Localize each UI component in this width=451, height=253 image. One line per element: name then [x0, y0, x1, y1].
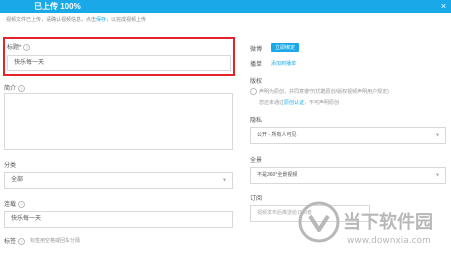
playlist-label: 播单 — [250, 62, 263, 68]
intro-textarea[interactable] — [4, 93, 233, 150]
save-link[interactable]: 保存 — [96, 17, 106, 23]
chevron-down-icon: ▼ — [222, 177, 227, 183]
category-value: 全部 — [11, 177, 24, 183]
upload-progress-text: 已上传 100% — [34, 2, 81, 11]
title-input[interactable]: 快乐每一天 — [7, 55, 231, 71]
svg-text:www.downxia.com: www.downxia.com — [347, 236, 431, 246]
privacy-select[interactable]: 公开 - 所有人可见 ▼ — [250, 127, 446, 144]
notice-suffix: ，以完成视频上传 — [106, 17, 147, 23]
privacy-label: 隐私 — [250, 118, 263, 124]
chevron-down-icon: ▼ — [435, 172, 440, 178]
weibo-bind-button[interactable]: 立即绑定 — [271, 43, 300, 52]
add-playlist-link[interactable]: 添加到播单 — [271, 60, 296, 67]
chevron-down-icon: ▼ — [435, 132, 440, 138]
panorama-select[interactable]: 不是360°全景视频 ▼ — [250, 167, 446, 184]
help-icon: ? — [23, 43, 31, 51]
upload-notice: 视频文件已上传，请确认视频信息，点击保存，以完成视频上传 — [6, 16, 146, 23]
weibo-label: 微博 — [250, 47, 263, 53]
category-label: 分类 — [4, 163, 17, 169]
copyright-note: 您还未通过原创认证，不可声明原创 — [259, 100, 340, 106]
tags-input[interactable]: 标签用空格或回车分隔 — [30, 237, 80, 244]
notice-text: 视频文件已上传，请确认视频信息，点击 — [6, 17, 97, 23]
panorama-value: 不是360°全景视频 — [257, 172, 298, 178]
help-icon: ? — [18, 200, 26, 208]
copyright-original-option[interactable]: 声明为原创，并同意遵守(优酷原创/版权视频声明用户规定) — [250, 88, 389, 96]
radio-icon[interactable] — [250, 88, 257, 96]
help-icon: ? — [18, 84, 26, 92]
upload-progress-bar: 已上传 100% — [0, 0, 436, 13]
close-icon[interactable]: × — [436, 0, 451, 13]
watermark: 当下软件园 www.downxia.com — [297, 200, 447, 248]
panorama-label: 全景 — [250, 158, 263, 164]
subscribe-label: 订阅 — [250, 196, 263, 202]
intro-label: 简介? — [4, 83, 26, 92]
privacy-value: 公开 - 所有人可见 — [257, 132, 297, 138]
help-icon: ? — [18, 237, 26, 245]
category-select[interactable]: 全部 ▼ — [4, 172, 233, 189]
copyright-label: 版权 — [250, 79, 263, 85]
series-label: 连载? — [4, 199, 26, 208]
certify-link[interactable]: 原创认证 — [284, 100, 304, 106]
title-label: 标题*? — [7, 42, 31, 51]
svg-text:当下软件园: 当下软件园 — [343, 211, 433, 233]
watermark-logo-icon: 当下软件园 www.downxia.com — [298, 201, 433, 246]
series-input[interactable]: 快乐每一天 — [4, 211, 233, 228]
tags-label: 标签? — [4, 236, 26, 245]
